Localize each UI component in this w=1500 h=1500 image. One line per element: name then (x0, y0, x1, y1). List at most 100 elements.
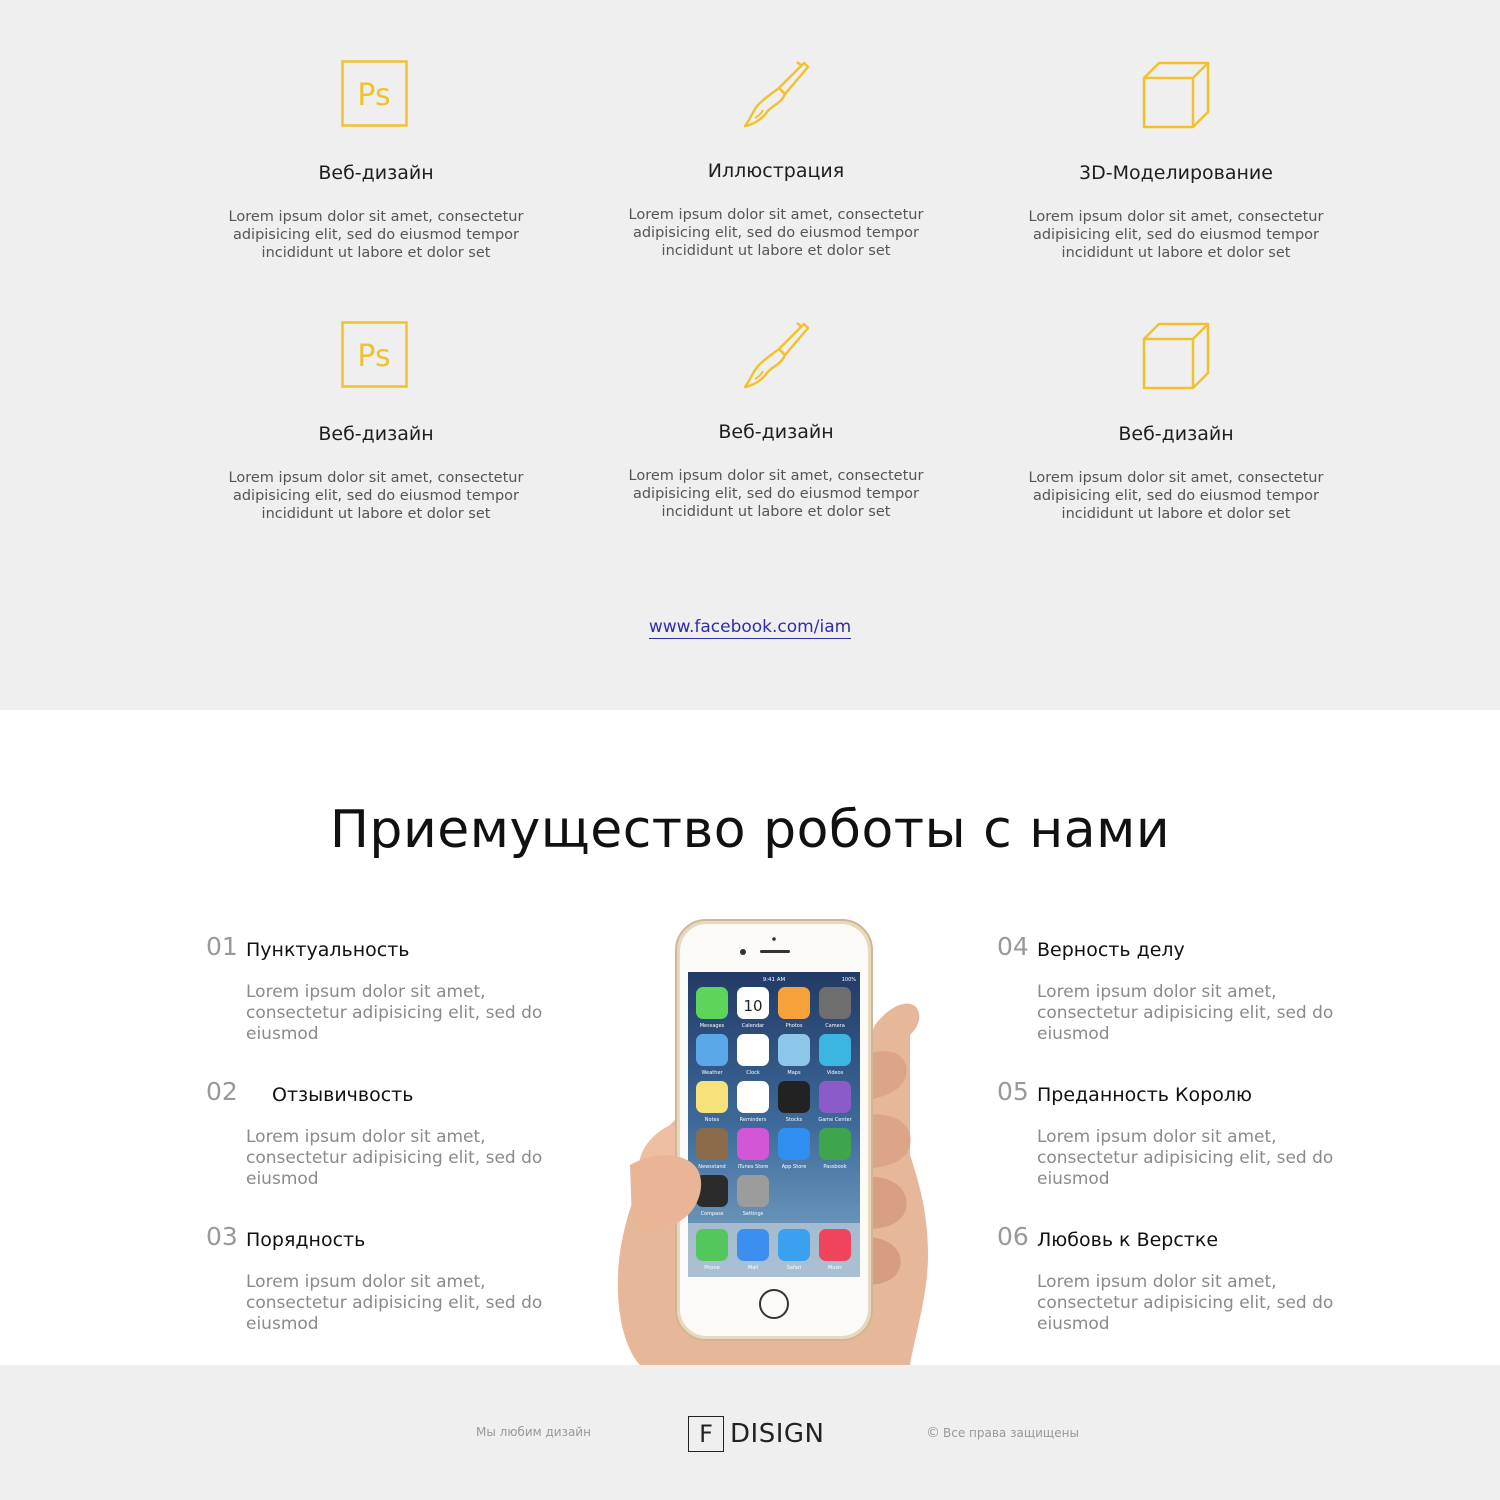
service-title: Веб-дизайн (718, 421, 834, 443)
dock-label: Safari (787, 1265, 802, 1271)
app-icon (778, 1081, 810, 1113)
app-label: Passbook (823, 1164, 846, 1170)
footer-tagline: Мы любим дизайн (476, 1425, 591, 1439)
app-icon (819, 1034, 851, 1066)
app-icon (819, 1128, 851, 1160)
dock-icon (778, 1229, 810, 1261)
service-card: Веб-дизайн Lorem ipsum dolor sit amet, c… (996, 321, 1356, 523)
app-icon (778, 987, 810, 1019)
advantage-text: Lorem ipsum dolor sit amet, consectetur … (1037, 1127, 1334, 1189)
advantage-title: Порядность (246, 1229, 366, 1251)
app-icon (696, 987, 728, 1019)
app-icon (819, 1081, 851, 1113)
services-section: Ps Веб-дизайн Lorem ipsum dolor sit amet… (0, 0, 1500, 710)
app-icon (737, 1034, 769, 1066)
service-card: Веб-дизайн Lorem ipsum dolor sit amet, c… (596, 321, 956, 521)
service-title: Веб-дизайн (1118, 423, 1234, 445)
dock-label: Phone (704, 1265, 720, 1271)
advantage-text: Lorem ipsum dolor sit amet, consectetur … (1037, 1272, 1334, 1334)
copyright-icon: © (926, 1425, 940, 1441)
advantage-number: 03 (206, 1222, 238, 1251)
advantages-title: Приемущество роботы с нами (329, 800, 1171, 860)
facebook-link[interactable]: www.facebook.com/iam (648, 617, 852, 639)
service-card: Ps Веб-дизайн Lorem ipsum dolor sit amet… (196, 321, 556, 523)
service-card: Иллюстрация Lorem ipsum dolor sit amet, … (596, 60, 956, 260)
dock-label: Music (828, 1265, 842, 1271)
service-card: 3D-Моделирование Lorem ipsum dolor sit a… (996, 60, 1356, 262)
advantage-text: Lorem ipsum dolor sit amet, consectetur … (1037, 982, 1334, 1044)
app-label: Weather (701, 1070, 723, 1076)
app-label: Settings (743, 1211, 764, 1217)
service-text: Lorem ipsum dolor sit amet, consectetur … (628, 207, 924, 259)
app-label: Clock (746, 1070, 760, 1076)
service-text: Lorem ipsum dolor sit amet, consectetur … (1028, 470, 1324, 522)
advantage-text: Lorem ipsum dolor sit amet, consectetur … (246, 1127, 543, 1189)
app-icon (778, 1034, 810, 1066)
advantage-title: Верность делу (1037, 939, 1185, 961)
phone-illustration: 9:41 AM 100% Messages Calendar Photos Camer… (617, 919, 928, 1365)
status-battery: 100% (842, 977, 857, 983)
footer-copyright: © Все права защищены (926, 1425, 1079, 1441)
photoshop-icon-label: Ps (357, 78, 390, 113)
app-icon (737, 1175, 769, 1207)
footer: Мы любим дизайн F DISIGN © Все права защи… (0, 1365, 1500, 1500)
app-label: Maps (787, 1070, 801, 1076)
service-text: Lorem ipsum dolor sit amet, consectetur … (228, 470, 524, 522)
copyright-text: Все права защищены (943, 1426, 1079, 1440)
advantage-number: 04 (997, 932, 1029, 961)
app-icon (737, 1128, 769, 1160)
status-time: 9:41 AM (763, 977, 786, 983)
advantage-number: 02 (206, 1077, 238, 1106)
dock-icon (696, 1229, 728, 1261)
app-label: Calendar (742, 1023, 765, 1029)
cube-icon (1141, 60, 1211, 130)
brush-icon (741, 60, 811, 130)
service-title: Веб-дизайн (318, 423, 434, 445)
advantage-number: 05 (997, 1077, 1029, 1106)
app-icon (696, 1081, 728, 1113)
logo-letter-box: F (688, 1416, 724, 1452)
service-text: Lorem ipsum dolor sit amet, consectetur … (1028, 209, 1324, 261)
calendar-day: 10 (743, 997, 762, 1015)
app-label: Videos (827, 1070, 844, 1076)
app-label: Stocks (786, 1117, 803, 1123)
service-title: 3D-Моделирование (1079, 162, 1273, 184)
advantage-text: Lorem ipsum dolor sit amet, consectetur … (246, 1272, 543, 1334)
app-icon (737, 1081, 769, 1113)
app-label: App Store (782, 1164, 807, 1170)
service-text: Lorem ipsum dolor sit amet, consectetur … (228, 209, 524, 261)
app-label: Notes (705, 1117, 720, 1123)
advantage-text: Lorem ipsum dolor sit amet, consectetur … (246, 982, 543, 1044)
app-icon (778, 1128, 810, 1160)
service-title: Иллюстрация (707, 160, 845, 182)
service-text: Lorem ipsum dolor sit amet, consectetur … (628, 468, 924, 520)
advantage-number: 01 (206, 932, 238, 961)
app-icon (819, 987, 851, 1019)
app-label: Compass (701, 1211, 724, 1217)
phone-in-hand-image: 9:41 AM 100% Messages Calendar Photos Camer… (610, 915, 940, 1365)
dock-icon (819, 1229, 851, 1261)
photoshop-icon-label: Ps (357, 339, 390, 374)
photoshop-icon: Ps (341, 321, 411, 391)
app-label: Camera (825, 1023, 845, 1029)
cube-icon (1141, 321, 1211, 391)
photoshop-icon: Ps (341, 60, 411, 130)
facebook-link-wrap: www.facebook.com/iam (0, 617, 1500, 639)
app-label: Messages (700, 1023, 725, 1029)
brush-icon (741, 321, 811, 391)
app-icon (696, 1128, 728, 1160)
advantage-title: Преданность Королю (1037, 1084, 1252, 1106)
app-label: Photos (786, 1023, 803, 1029)
app-label: iTunes Store (738, 1164, 769, 1170)
service-card: Ps Веб-дизайн Lorem ipsum dolor sit amet… (196, 60, 556, 262)
footer-logo[interactable]: F DISIGN (688, 1416, 824, 1452)
app-label: Newsstand (698, 1164, 725, 1170)
app-label: Game Center (818, 1117, 852, 1123)
advantage-title: Пунктуальность (246, 939, 410, 961)
advantage-title: Любовь к Верстке (1037, 1229, 1219, 1251)
logo-word: DISIGN (730, 1419, 825, 1449)
advantages-section: Приемущество роботы с нами 01 Пунктуальн… (0, 710, 1500, 1365)
app-label: Reminders (740, 1117, 767, 1123)
dock-label: Mail (748, 1265, 758, 1271)
service-title: Веб-дизайн (318, 162, 434, 184)
